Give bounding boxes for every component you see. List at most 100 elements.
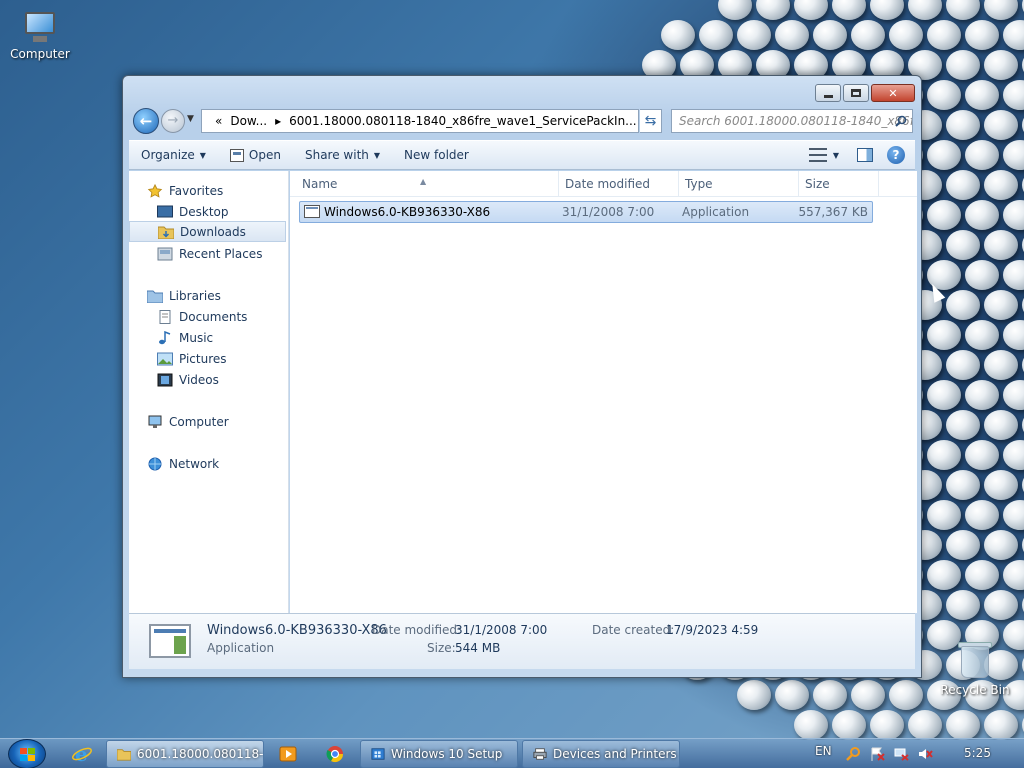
breadcrumb-separator-icon[interactable]: ▸ [271,114,285,128]
column-name-label: Name [302,177,338,191]
svg-text:e: e [75,743,88,765]
start-button[interactable] [8,739,46,768]
column-date-modified-label: Date modified [565,177,651,191]
language-indicator[interactable]: EN [815,744,832,758]
desktop-computer-shortcut[interactable]: Computer [0,10,80,61]
column-type[interactable]: Type [679,171,799,197]
application-large-icon [149,624,191,658]
address-segment-folder[interactable]: 6001.18000.080118-1840_x86fre_wave1_Serv… [285,114,641,128]
view-options-dropdown[interactable]: ▼ [833,151,839,160]
details-size-value: 544 MB [455,641,501,655]
action-center-flag-icon[interactable] [870,747,885,761]
wallpaper-disc [927,500,961,530]
wallpaper-disc [946,50,980,80]
wallpaper-disc [813,680,847,710]
nav-desktop[interactable]: Desktop [157,201,287,222]
wallpaper-disc [794,710,828,740]
wallpaper-disc [965,380,999,410]
forward-button[interactable]: → [161,109,185,133]
wallpaper-disc [984,230,1018,260]
nav-network[interactable]: Network [147,453,287,474]
nav-videos[interactable]: Videos [157,369,287,390]
network-tray-icon[interactable] [894,747,909,761]
nav-downloads[interactable]: Downloads [129,221,286,242]
desktop-recycle-bin-label: Recycle Bin [940,683,1010,697]
minimize-button[interactable] [815,84,841,102]
chrome-pin[interactable] [315,741,355,767]
file-row-selected[interactable]: Windows6.0-KB936330-X86 31/1/2008 7:00 A… [299,201,873,223]
nav-music[interactable]: Music [157,327,287,348]
wallpaper-disc [984,110,1018,140]
nav-recent-places[interactable]: Recent Places [157,243,287,264]
explorer-window: ✕ ← → ▼ « Dow... ▸ 6001.18000.080118-184… [122,75,922,678]
details-date-modified-value: 31/1/2008 7:00 [455,623,548,637]
media-player-pin[interactable] [268,741,308,767]
taskbar-devices-and-printers[interactable]: Devices and Printers [522,740,680,768]
volume-muted-icon[interactable] [918,747,933,761]
nav-favorites[interactable]: Favorites [147,180,287,201]
nav-computer[interactable]: Computer [147,411,287,432]
nav-documents[interactable]: Documents [157,306,287,327]
address-overflow-chevron[interactable]: « [211,114,226,128]
wallpaper-disc [927,140,961,170]
printer-icon [533,748,547,760]
taskbar-windows-10-setup[interactable]: Windows 10 Setup [360,740,518,768]
clock[interactable]: 5:25 [964,746,991,760]
wallpaper-disc [927,20,961,50]
recent-pages-dropdown[interactable]: ▼ [187,114,194,124]
back-arrow-icon: ← [139,112,153,130]
wallpaper-disc [851,20,885,50]
wallpaper-disc [946,0,980,20]
chrome-icon [326,746,344,763]
maximize-button[interactable] [843,84,869,102]
wallpaper-disc [889,680,923,710]
details-file-name: Windows6.0-KB936330-X86 [207,623,387,638]
refresh-button[interactable]: ⇆ [640,109,662,133]
windows-logo-icon [20,748,36,762]
forward-arrow-icon: → [167,113,179,128]
details-date-created-label: Date created: [592,623,675,637]
wallpaper-disc [1003,140,1024,170]
wallpaper-disc [965,320,999,350]
nav-pictures[interactable]: Pictures [157,348,287,369]
wallpaper-disc [718,0,752,20]
wallpaper-disc [1003,380,1024,410]
help-icon[interactable]: ? [887,146,905,164]
organize-label: Organize [141,148,195,162]
chevron-down-icon: ▼ [199,150,206,160]
back-button[interactable]: ← [133,108,159,134]
search-icon[interactable] [895,115,907,127]
change-view-icon[interactable] [808,148,827,162]
nav-downloads-label: Downloads [180,224,246,239]
taskbar-setup-label: Windows 10 Setup [391,747,503,761]
wallpaper-disc [1003,500,1024,530]
column-name[interactable]: Name ▲ [296,171,559,197]
refresh-icon: ⇆ [644,113,657,129]
wallpaper-disc [889,20,923,50]
wallpaper-disc [661,20,695,50]
folder-icon [117,749,131,761]
share-with-button[interactable]: Share with ▼ [293,148,392,162]
wallpaper-disc [1003,20,1024,50]
close-button[interactable]: ✕ [871,84,915,102]
search-tray-icon[interactable] [846,747,861,761]
file-size: 557,367 KB [798,205,868,219]
nav-libraries[interactable]: Libraries [147,285,287,306]
organize-button[interactable]: Organize ▼ [129,148,218,162]
new-folder-button[interactable]: New folder [392,148,481,162]
close-icon: ✕ [888,86,898,100]
search-input[interactable]: Search 6001.18000.080118-1840_x86fre... [671,109,913,133]
desktop-recycle-bin[interactable]: Recycle Bin [935,640,1015,697]
column-size[interactable]: Size [799,171,879,197]
wallpaper-disc [775,680,809,710]
details-date-modified-label: Date modified: [372,623,462,637]
column-date-modified[interactable]: Date modified [559,171,679,197]
taskbar-explorer-window[interactable]: 6001.18000.080118-1... [106,740,264,768]
wallpaper-disc [946,170,980,200]
open-button[interactable]: Open [218,148,293,162]
wallpaper-disc [984,0,1018,20]
preview-pane-icon[interactable] [857,148,873,162]
address-segment-downloads[interactable]: Dow... [226,114,271,128]
internet-explorer-pin[interactable]: e [62,741,102,767]
address-bar[interactable]: « Dow... ▸ 6001.18000.080118-1840_x86fre… [201,109,654,133]
